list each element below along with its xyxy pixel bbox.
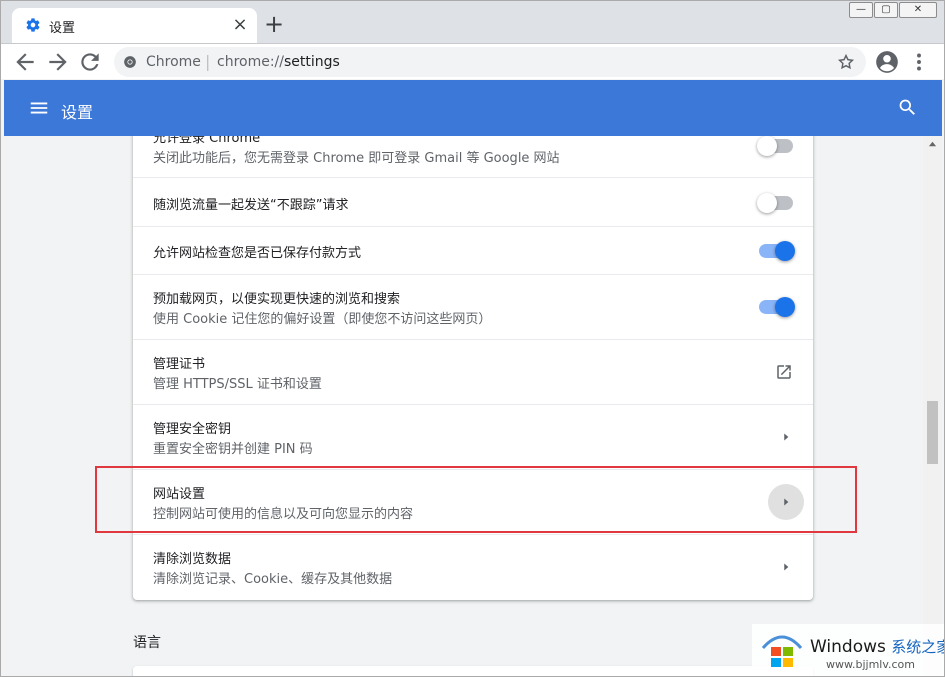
chrome-logo-icon <box>124 56 136 68</box>
bookmark-star-icon[interactable] <box>837 53 855 71</box>
chrome-signin-toggle[interactable] <box>757 136 793 156</box>
maximize-button[interactable]: ▢ <box>874 2 898 18</box>
new-tab-button[interactable]: + <box>262 12 286 37</box>
back-arrow-icon[interactable] <box>12 49 38 75</box>
search-icon[interactable] <box>897 97 918 118</box>
scrollbar-thumb[interactable] <box>927 401 938 464</box>
toggle-knob <box>757 193 777 213</box>
tab-settings[interactable]: 设置 × <box>12 8 257 43</box>
url-host: settings <box>284 54 340 70</box>
window-close-button[interactable]: ✕ <box>899 2 937 18</box>
row-title: 随浏览流量一起发送“不跟踪”请求 <box>153 198 349 213</box>
settings-row-chrome-signin[interactable]: 允许登录 Chrome 关闭此功能后，您无需登录 Chrome 即可登录 Gma… <box>133 136 813 177</box>
payment-methods-toggle[interactable] <box>759 241 795 261</box>
site-settings-highlight-box <box>95 466 857 533</box>
external-link-icon[interactable] <box>775 363 793 381</box>
windows-watermark: Windows 系统之家 www.bjjmlv.com <box>752 624 945 677</box>
settings-row-do-not-track[interactable]: 随浏览流量一起发送“不跟踪”请求 <box>133 177 813 227</box>
toggle-knob <box>775 297 795 317</box>
row-subtitle: 关闭此功能后，您无需登录 Chrome 即可登录 Gmail 等 Google … <box>153 151 560 166</box>
watermark-brand: Windows 系统之家 <box>810 636 945 657</box>
watermark-brand-en: Windows <box>810 637 886 657</box>
windows-logo-icon <box>761 635 803 667</box>
row-title: 清除浏览数据 <box>153 552 232 567</box>
toggle-knob <box>775 241 795 261</box>
settings-row-preload-pages[interactable]: 预加载网页，以便实现更快速的浏览和搜索 使用 Cookie 记住您的偏好设置（即… <box>133 274 813 340</box>
more-menu-icon[interactable] <box>906 49 932 75</box>
settings-row-payment-methods[interactable]: 允许网站检查您是否已保存付款方式 <box>133 226 813 275</box>
settings-row-manage-certificates[interactable]: 管理证书 管理 HTTPS/SSL 证书和设置 <box>133 339 813 405</box>
page-scrollbar[interactable] <box>923 136 942 677</box>
row-title: 允许网站检查您是否已保存付款方式 <box>153 246 362 261</box>
tab-title: 设置 <box>49 21 76 36</box>
watermark-brand-cn: 系统之家 <box>891 638 945 656</box>
forward-arrow-icon[interactable] <box>45 49 71 75</box>
page-title: 设置 <box>61 103 94 122</box>
reload-icon[interactable] <box>77 49 103 75</box>
chevron-right-icon <box>784 563 789 571</box>
row-title: 允许登录 Chrome <box>153 136 261 146</box>
languages-section-title: 语言 <box>133 635 161 651</box>
toggle-knob <box>757 136 777 156</box>
browser-toolbar: Chrome | chrome://settings <box>0 44 945 79</box>
profile-avatar-icon[interactable] <box>874 49 900 75</box>
row-subtitle: 管理 HTTPS/SSL 证书和设置 <box>153 377 322 392</box>
row-subtitle: 清除浏览记录、Cookie、缓存及其他数据 <box>153 572 393 587</box>
security-keys-arrow-button[interactable] <box>768 419 804 455</box>
row-subtitle: 使用 Cookie 记住您的偏好设置（即使您不访问这些网页） <box>153 312 492 327</box>
url-scheme: chrome:// <box>217 54 284 70</box>
row-title: 预加载网页，以便实现更快速的浏览和搜索 <box>153 292 401 307</box>
preload-pages-toggle[interactable] <box>759 297 795 317</box>
address-bar[interactable]: Chrome | chrome://settings <box>114 47 866 77</box>
settings-row-security-keys[interactable]: 管理安全密钥 重置安全密钥并创建 PIN 码 <box>133 404 813 470</box>
site-chip-label: Chrome <box>146 54 201 70</box>
scroll-up-icon[interactable] <box>928 140 937 149</box>
minimize-button[interactable]: — <box>849 2 873 18</box>
languages-card <box>133 666 813 677</box>
url-text: chrome://settings <box>217 54 340 70</box>
tab-close-icon[interactable]: × <box>228 13 252 37</box>
url-separator: | <box>205 52 211 71</box>
tab-strip: 设置 × + — ▢ ✕ <box>0 0 945 44</box>
row-subtitle: 重置安全密钥并创建 PIN 码 <box>153 442 313 457</box>
settings-gear-icon <box>26 18 40 32</box>
settings-header: 设置 <box>4 80 942 136</box>
settings-row-clear-browsing-data[interactable]: 清除浏览数据 清除浏览记录、Cookie、缓存及其他数据 <box>133 534 813 601</box>
hamburger-menu-icon[interactable] <box>28 97 50 119</box>
do-not-track-toggle[interactable] <box>757 193 793 213</box>
settings-content[interactable]: 允许登录 Chrome 关闭此功能后，您无需登录 Chrome 即可登录 Gma… <box>4 136 923 677</box>
row-title: 管理证书 <box>153 357 206 372</box>
row-title: 管理安全密钥 <box>153 422 232 437</box>
watermark-url: www.bjjmlv.com <box>826 658 915 671</box>
chevron-right-icon <box>784 433 789 441</box>
clear-data-arrow-button[interactable] <box>768 549 804 585</box>
